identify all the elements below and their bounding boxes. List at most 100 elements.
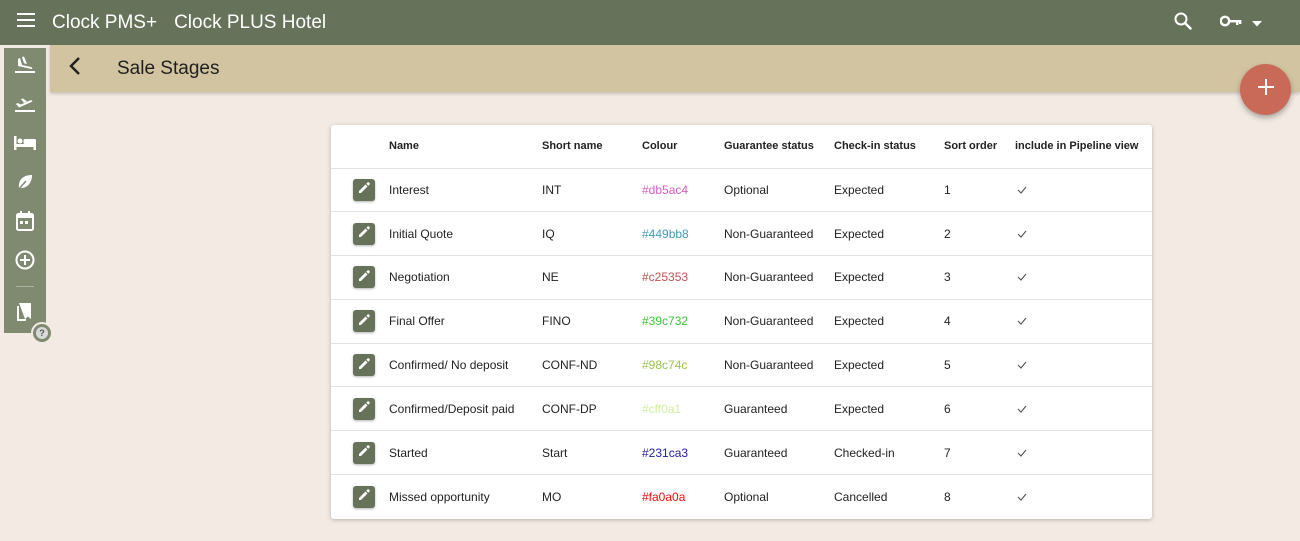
pencil-icon bbox=[358, 226, 370, 241]
user-menu-button[interactable] bbox=[1219, 10, 1272, 36]
table-header-row: Name Short name Colour Guarantee status … bbox=[331, 125, 1152, 169]
check-icon bbox=[1017, 490, 1027, 504]
edit-button[interactable] bbox=[353, 397, 375, 420]
edit-button[interactable] bbox=[353, 354, 375, 377]
stage-guarantee-status: Non-Guaranteed bbox=[724, 299, 834, 344]
add-sale-stage-button[interactable] bbox=[1240, 64, 1291, 115]
edit-button[interactable] bbox=[353, 266, 375, 289]
edit-button[interactable] bbox=[353, 178, 375, 201]
add-circle-icon bbox=[15, 250, 35, 275]
back-button[interactable] bbox=[50, 45, 100, 92]
stage-guarantee-status: Optional bbox=[724, 489, 769, 504]
stage-sort-order: 8 bbox=[944, 489, 951, 504]
column-header-checkin-status[interactable]: Check-in status bbox=[834, 125, 944, 169]
stage-colour: #98c74c bbox=[642, 343, 724, 388]
hotel-name[interactable]: Clock PLUS Hotel bbox=[174, 12, 326, 34]
stage-guarantee-status: Optional bbox=[724, 168, 834, 213]
column-header-edit bbox=[331, 125, 389, 169]
stage-colour: #db5ac4 bbox=[642, 168, 724, 213]
sidebar-item-add[interactable] bbox=[4, 244, 46, 280]
stage-name: Final Offer bbox=[389, 299, 542, 344]
stage-short-name: MO bbox=[542, 489, 562, 504]
edit-button[interactable] bbox=[353, 222, 375, 245]
column-header-sort-order[interactable]: Sort order bbox=[944, 125, 1015, 169]
app-name: Clock PMS+ bbox=[52, 11, 158, 33]
stage-sort-order: 4 bbox=[944, 299, 1015, 344]
stage-checkin-status: Expected bbox=[834, 386, 944, 432]
sidebar-item-rooms[interactable] bbox=[4, 127, 46, 163]
chevron-down-icon bbox=[1252, 14, 1262, 32]
stage-sort-order: 7 bbox=[944, 430, 1015, 476]
edit-button[interactable] bbox=[353, 441, 375, 464]
calendar-icon bbox=[16, 210, 34, 236]
column-header-pipeline-view[interactable]: include in Pipeline view bbox=[1015, 125, 1152, 169]
table-row[interactable]: Negotiation NE #c25353 Non-Guaranteed Expect… bbox=[331, 255, 1152, 300]
stage-colour: #449bb8 bbox=[642, 211, 724, 257]
pencil-icon bbox=[358, 313, 370, 329]
sidebar-item-eco[interactable] bbox=[4, 166, 46, 202]
check-icon bbox=[1017, 314, 1027, 328]
edit-button[interactable] bbox=[353, 485, 375, 508]
sidebar bbox=[4, 48, 46, 333]
plus-icon bbox=[1257, 79, 1274, 100]
stage-name: Negotiation bbox=[389, 255, 542, 300]
chevron-left-icon bbox=[69, 57, 81, 80]
stage-guarantee-status: Guaranteed bbox=[724, 386, 834, 432]
column-header-guarantee-status[interactable]: Guarantee status bbox=[724, 125, 834, 169]
stage-sort-order: 1 bbox=[944, 168, 1015, 213]
table-row[interactable]: Interest INT #db5ac4 Optional Expected 1 bbox=[331, 168, 1152, 213]
table-row[interactable]: Started Start #231ca3 Guaranteed Checked-in 7 bbox=[331, 430, 1152, 476]
stage-colour: #fa0a0a bbox=[642, 489, 686, 504]
stage-colour: #cff0a1 bbox=[642, 386, 724, 432]
search-button[interactable] bbox=[1170, 10, 1196, 36]
table-row[interactable]: Initial Quote IQ #449bb8 Non-Guaranteed Expe… bbox=[331, 211, 1152, 257]
menu-button[interactable] bbox=[0, 0, 52, 45]
stage-guarantee-status: Non-Guaranteed bbox=[724, 343, 834, 388]
search-icon bbox=[1174, 12, 1192, 35]
pipeline-check-cell bbox=[1015, 386, 1152, 432]
leaf-icon bbox=[16, 173, 34, 196]
table-row[interactable]: Final Offer FINO #39c732 Non-Guaranteed Expe… bbox=[331, 299, 1152, 344]
arrivals-icon bbox=[15, 56, 35, 79]
stage-short-name: INT bbox=[542, 168, 642, 213]
stage-colour: #c25353 bbox=[642, 255, 724, 300]
bookmark-icon bbox=[16, 302, 34, 327]
table-row[interactable]: Confirmed/ No deposit CONF-ND #98c74c Non-G… bbox=[331, 343, 1152, 388]
stage-short-name: IQ bbox=[542, 211, 642, 257]
stage-name: Missed opportunity bbox=[389, 489, 490, 504]
edit-cell bbox=[331, 430, 389, 476]
pencil-icon bbox=[358, 489, 370, 504]
stage-name: Started bbox=[389, 430, 542, 476]
edit-cell bbox=[331, 211, 389, 257]
stage-checkin-status: Expected bbox=[834, 343, 944, 388]
stage-name: Interest bbox=[389, 168, 542, 213]
edit-cell bbox=[331, 475, 389, 519]
departures-icon bbox=[15, 95, 35, 118]
check-icon bbox=[1017, 227, 1027, 241]
pipeline-check-cell bbox=[1015, 430, 1152, 476]
pencil-icon bbox=[358, 182, 370, 197]
column-header-short-name[interactable]: Short name bbox=[542, 125, 642, 169]
help-button[interactable]: ? bbox=[31, 322, 53, 344]
sidebar-item-calendar[interactable] bbox=[4, 205, 46, 241]
column-header-name[interactable]: Name bbox=[389, 125, 542, 169]
edit-cell bbox=[331, 168, 389, 213]
edit-cell bbox=[331, 386, 389, 432]
column-header-colour[interactable]: Colour bbox=[642, 125, 724, 169]
stage-checkin-status: Expected bbox=[834, 299, 944, 344]
key-icon bbox=[1219, 14, 1242, 33]
sale-stages-card: Name Short name Colour Guarantee status … bbox=[331, 125, 1152, 519]
stage-short-name: NE bbox=[542, 255, 642, 300]
sidebar-divider bbox=[16, 286, 34, 287]
sidebar-item-arrivals[interactable] bbox=[4, 49, 46, 85]
sale-stages-table: Name Short name Colour Guarantee status … bbox=[331, 125, 1152, 518]
pipeline-check-cell bbox=[1015, 299, 1152, 344]
stage-sort-order: 5 bbox=[944, 343, 1015, 388]
edit-button[interactable] bbox=[353, 310, 375, 333]
sidebar-item-departures[interactable] bbox=[4, 88, 46, 124]
table-row[interactable]: Confirmed/Deposit paid CONF-DP #cff0a1 Guar… bbox=[331, 386, 1152, 432]
edit-cell bbox=[331, 255, 389, 300]
check-icon bbox=[1017, 358, 1027, 372]
table-row[interactable]: Missed opportunity MO #fa0a0a Optional Cance… bbox=[331, 475, 1152, 519]
stage-short-name: FINO bbox=[542, 299, 642, 344]
